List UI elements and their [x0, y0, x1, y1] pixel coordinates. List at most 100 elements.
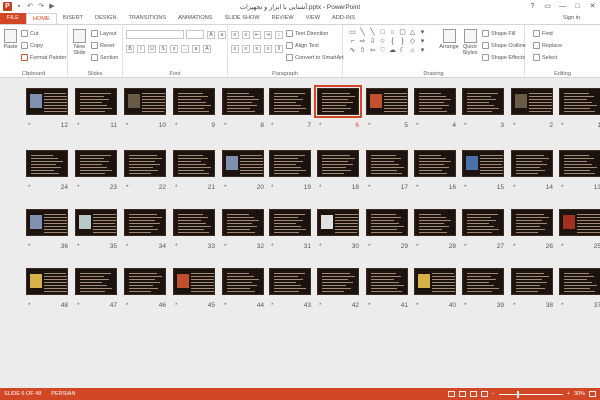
- animation-star-icon[interactable]: *: [175, 184, 178, 191]
- char-spacing-icon[interactable]: ↔: [181, 45, 189, 53]
- slide-thumbnail-12[interactable]: [26, 88, 68, 115]
- animation-star-icon[interactable]: *: [319, 302, 322, 309]
- moon-shape-icon[interactable]: ☾: [398, 47, 407, 55]
- animation-star-icon[interactable]: *: [368, 184, 371, 191]
- arrange-button[interactable]: Arrange: [439, 29, 459, 50]
- slide-thumbnail-27[interactable]: [462, 209, 504, 236]
- textbox-shape-icon[interactable]: ▭: [348, 29, 357, 37]
- shape-fill-button[interactable]: Shape Fill: [482, 30, 515, 37]
- slide-thumbnail-7[interactable]: [269, 88, 311, 115]
- underline-icon[interactable]: U: [148, 45, 156, 53]
- shapes-gallery[interactable]: ▭ ╲ ╲ □ ○ ▢ △ ▾ ⌐ ⇨ ⇩ ☆ { } ◇ ▾ ∿ ⇧ ⇦ ♡: [348, 29, 432, 65]
- connector-shape-icon[interactable]: ⌐: [348, 38, 357, 46]
- animation-star-icon[interactable]: *: [271, 243, 274, 250]
- font-color-icon[interactable]: A: [203, 45, 211, 53]
- expand-gallery-icon[interactable]: ▾: [418, 47, 427, 55]
- align-text-button[interactable]: Align Text: [286, 42, 319, 49]
- animation-star-icon[interactable]: *: [416, 243, 419, 250]
- start-slideshow-icon[interactable]: ▶: [48, 3, 56, 11]
- slide-thumbnail-22[interactable]: [124, 150, 166, 177]
- align-right-icon[interactable]: ≡: [253, 45, 261, 53]
- animation-star-icon[interactable]: *: [513, 122, 516, 129]
- save-icon[interactable]: ▪: [15, 3, 23, 11]
- undo-icon[interactable]: ↶: [26, 3, 34, 11]
- more-shapes-icon[interactable]: ▾: [418, 29, 427, 37]
- slide-thumbnail-16[interactable]: [414, 150, 456, 177]
- strikethrough-icon[interactable]: S: [159, 45, 167, 53]
- animation-star-icon[interactable]: *: [77, 184, 80, 191]
- animation-star-icon[interactable]: *: [513, 243, 516, 250]
- slide-thumbnail-34[interactable]: [124, 209, 166, 236]
- animation-star-icon[interactable]: *: [28, 122, 31, 129]
- tab-file[interactable]: FILE: [0, 13, 26, 24]
- slide-thumbnail-25[interactable]: [559, 209, 600, 236]
- slide-thumbnail-17[interactable]: [366, 150, 408, 177]
- arrow-shape-icon[interactable]: ⇨: [358, 38, 367, 46]
- section-button[interactable]: Section: [91, 54, 118, 61]
- tab-animations[interactable]: ANIMATIONS: [172, 13, 218, 24]
- animation-star-icon[interactable]: *: [28, 184, 31, 191]
- cut-button[interactable]: Cut: [21, 30, 39, 37]
- sign-in-link[interactable]: Sign in: [563, 13, 580, 24]
- animation-star-icon[interactable]: *: [416, 302, 419, 309]
- slide-thumbnail-42[interactable]: [317, 268, 359, 295]
- slide-thumbnail-31[interactable]: [269, 209, 311, 236]
- animation-star-icon[interactable]: *: [464, 243, 467, 250]
- replace-button[interactable]: Replace: [533, 42, 562, 49]
- zoom-level[interactable]: 30%: [574, 391, 585, 397]
- animation-star-icon[interactable]: *: [319, 243, 322, 250]
- change-case-icon[interactable]: a: [192, 45, 200, 53]
- bracket-shape-icon[interactable]: {: [388, 38, 397, 46]
- notes-view-icon[interactable]: [447, 391, 455, 397]
- animation-star-icon[interactable]: *: [513, 184, 516, 191]
- slide-thumbnail-45[interactable]: [173, 268, 215, 295]
- bullets-icon[interactable]: ≡: [231, 31, 239, 39]
- sun-shape-icon[interactable]: ☼: [408, 47, 417, 55]
- slide-thumbnail-19[interactable]: [269, 150, 311, 177]
- animation-star-icon[interactable]: *: [561, 302, 564, 309]
- tab-slide-show[interactable]: SLIDE SHOW: [219, 13, 266, 24]
- slide-thumbnail-5[interactable]: [366, 88, 408, 115]
- line-spacing-icon[interactable]: ↕: [275, 31, 283, 39]
- slide-thumbnail-20[interactable]: [222, 150, 264, 177]
- italic-icon[interactable]: I: [137, 45, 145, 53]
- slide-thumbnail-41[interactable]: [366, 268, 408, 295]
- slide-thumbnail-48[interactable]: [26, 268, 68, 295]
- find-button[interactable]: Find: [533, 30, 553, 37]
- animation-star-icon[interactable]: *: [464, 302, 467, 309]
- select-button[interactable]: Select: [533, 54, 557, 61]
- columns-icon[interactable]: ‖: [275, 45, 283, 53]
- line-shape-icon[interactable]: ╲: [358, 29, 367, 37]
- heart-shape-icon[interactable]: ♡: [378, 47, 387, 55]
- slide-thumbnail-46[interactable]: [124, 268, 166, 295]
- minimize-button[interactable]: —: [555, 0, 570, 13]
- slide-thumbnail-24[interactable]: [26, 150, 68, 177]
- animation-star-icon[interactable]: *: [368, 243, 371, 250]
- slide-thumbnail-40[interactable]: [414, 268, 456, 295]
- numbering-icon[interactable]: ≡: [242, 31, 250, 39]
- animation-star-icon[interactable]: *: [271, 184, 274, 191]
- tab-view[interactable]: VIEW: [300, 13, 326, 24]
- slide-thumbnail-23[interactable]: [75, 150, 117, 177]
- slide-thumbnail-44[interactable]: [222, 268, 264, 295]
- animation-star-icon[interactable]: *: [28, 302, 31, 309]
- animation-star-icon[interactable]: *: [77, 243, 80, 250]
- animation-star-icon[interactable]: *: [561, 122, 564, 129]
- slide-thumbnail-43[interactable]: [269, 268, 311, 295]
- animation-star-icon[interactable]: *: [224, 302, 227, 309]
- slide-thumbnail-4[interactable]: [414, 88, 456, 115]
- slide-thumbnail-26[interactable]: [511, 209, 553, 236]
- layout-button[interactable]: Layout: [91, 30, 117, 37]
- arrow-shape-icon[interactable]: ⇩: [368, 38, 377, 46]
- slide-thumbnail-21[interactable]: [173, 150, 215, 177]
- slide-thumbnail-13[interactable]: [559, 150, 600, 177]
- animation-star-icon[interactable]: *: [77, 122, 80, 129]
- animation-star-icon[interactable]: *: [271, 122, 274, 129]
- animation-star-icon[interactable]: *: [368, 302, 371, 309]
- tab-insert[interactable]: INSERT: [57, 13, 89, 24]
- animation-star-icon[interactable]: *: [224, 243, 227, 250]
- slide-thumbnail-47[interactable]: [75, 268, 117, 295]
- animation-star-icon[interactable]: *: [561, 184, 564, 191]
- zoom-out-button[interactable]: −: [492, 391, 495, 397]
- decrease-indent-icon[interactable]: ⇤: [253, 31, 261, 39]
